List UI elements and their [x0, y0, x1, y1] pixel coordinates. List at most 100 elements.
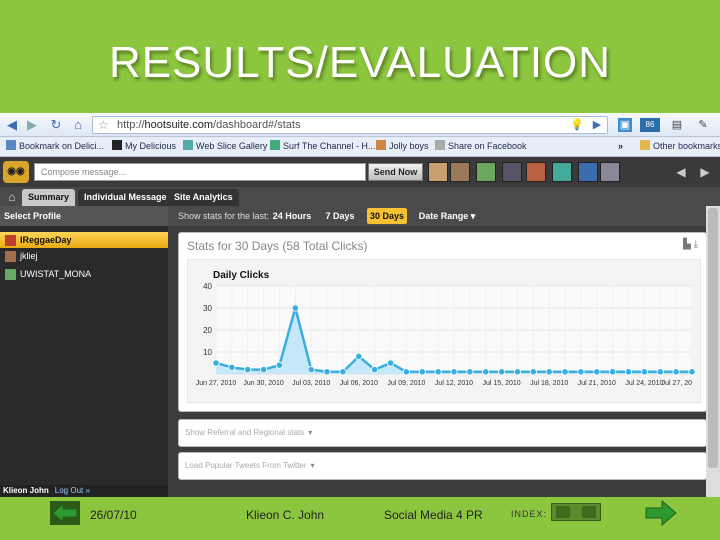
prev-arrow-icon[interactable]: ◀ [672, 163, 690, 181]
user-footer: Klieon John Log Out » [0, 485, 168, 497]
tab-individual-message[interactable]: Individual Message [78, 189, 173, 206]
popular-tweets-panel[interactable]: Load Popular Tweets From Twitter ▾ [178, 452, 707, 480]
profile-name: UWISTAT_MONA [20, 269, 92, 279]
compose-input[interactable]: Compose message... [34, 163, 366, 181]
avatar[interactable] [526, 162, 546, 182]
profile-avatar [5, 251, 16, 262]
browser-toolbar: ◀ ▶ ↻ ⌂ ☆ http://hootsuite.com/dashboard#… [0, 113, 720, 137]
scrollbar[interactable] [706, 206, 720, 497]
tab-site-analytics[interactable]: Site Analytics [168, 189, 239, 206]
index-label: INDEX: [511, 509, 548, 519]
badge-icon[interactable]: 86 [640, 118, 660, 132]
send-now-button[interactable]: Send Now [368, 163, 423, 181]
data-point [260, 366, 268, 374]
chart-container: Daily Clicks 10 20 30 40 Jun 27, 2010 Jun 30,… [187, 259, 701, 403]
index-box[interactable] [551, 503, 601, 521]
range-24-hours[interactable]: 24 Hours [272, 208, 312, 224]
footer-course: Social Media 4 PR [384, 508, 483, 522]
referral-link[interactable]: Show Referral and Regional stats [185, 428, 304, 437]
data-point [371, 366, 379, 374]
data-point [482, 368, 490, 376]
bookmark-item[interactable]: Surf The Channel - H... [270, 140, 375, 153]
avatar[interactable] [476, 162, 496, 182]
range-date-dropdown[interactable]: Date Range ▾ [416, 208, 478, 224]
owl-logo-icon[interactable]: ◉◉ [3, 161, 29, 183]
data-point [323, 368, 331, 376]
daily-clicks-chart: 10 20 30 40 Jun 27, 2010 Jun 30, 2010 Jul 03, … [196, 282, 696, 387]
bookmark-item[interactable]: Web Slice Gallery [183, 140, 267, 153]
bookmark-icon [183, 140, 193, 150]
avatar[interactable] [552, 162, 572, 182]
select-profile-heading: Select Profile [0, 206, 168, 226]
profile-name: jkliej [20, 251, 38, 261]
bookmark-item[interactable]: Jolly boys [376, 140, 429, 153]
data-point [497, 368, 506, 376]
forward-icon[interactable]: ▶ [24, 117, 40, 133]
footer-date: 26/07/10 [90, 508, 137, 522]
data-point [688, 368, 696, 376]
profile-item[interactable]: jkliej [0, 248, 168, 264]
range-30-days[interactable]: 30 Days [367, 208, 407, 224]
go-icon[interactable]: ▶ [590, 118, 604, 132]
profile-name: IReggaeDay [20, 235, 72, 245]
data-point [355, 352, 363, 361]
y-tick-label: 20 [203, 326, 212, 335]
bookmark-icon [6, 140, 16, 150]
x-tick-label: Jun 30, 2010 [243, 380, 284, 387]
logout-link[interactable]: Log Out » [55, 486, 90, 495]
range-7-days[interactable]: 7 Days [322, 208, 358, 224]
dropdown-arrow-icon: ▾ [310, 461, 315, 470]
page-icon[interactable]: ▤ [670, 118, 684, 132]
stats-card: Stats for 30 Days (58 Total Clicks) ▙ ⤓ … [178, 232, 707, 412]
wrench-icon[interactable]: ✎ [696, 118, 710, 132]
bookmark-item[interactable]: My Delicious [112, 140, 176, 153]
bookmark-label: Share on Facebook [448, 141, 527, 151]
profile-item[interactable]: IReggaeDay [0, 232, 168, 248]
avatar[interactable] [600, 162, 620, 182]
scroll-thumb[interactable] [708, 208, 718, 468]
bulb-icon[interactable]: 💡 [570, 118, 584, 132]
profile-item[interactable]: UWISTAT_MONA [0, 266, 168, 282]
y-tick-label: 30 [203, 304, 212, 313]
screenshot: ◀ ▶ ↻ ⌂ ☆ http://hootsuite.com/dashboard#… [0, 113, 720, 497]
data-point [450, 368, 458, 376]
avatar[interactable] [428, 162, 448, 182]
data-point [624, 368, 633, 376]
home-icon[interactable]: ⌂ [70, 117, 86, 133]
x-tick-label: Jul 06, 2010 [340, 380, 378, 387]
avatar[interactable] [578, 162, 598, 182]
other-bookmarks[interactable]: Other bookmarks [640, 140, 720, 153]
address-bar[interactable]: ☆ http://hootsuite.com/dashboard#/stats [92, 116, 608, 134]
tab-summary[interactable]: Summary [22, 189, 76, 206]
bookmark-icon [112, 140, 122, 150]
x-tick-label: Jul 15, 2010 [483, 380, 521, 387]
user-name: Klieon John [3, 486, 49, 495]
avatar[interactable] [502, 162, 522, 182]
bookmark-label: Jolly boys [389, 141, 429, 151]
forward-arrow-icon[interactable] [644, 499, 678, 527]
x-tick-label: Jul 03, 2010 [292, 380, 330, 387]
x-tick-label: Jul 24, 2010 [625, 380, 663, 387]
reload-icon[interactable]: ↻ [48, 117, 64, 133]
back-arrow-icon[interactable] [50, 501, 80, 525]
popular-tweets-link[interactable]: Load Popular Tweets From Twitter [185, 461, 307, 470]
bookmark-item[interactable]: Bookmark on Delici... [6, 140, 104, 153]
date-range-label: Date Range [418, 211, 469, 221]
url-host: hootsuite.com [144, 119, 214, 131]
referral-panel[interactable]: Show Referral and Regional stats ▾ [178, 419, 707, 447]
next-arrow-icon[interactable]: ▶ [696, 163, 714, 181]
extension-icon[interactable]: ▣ [618, 118, 632, 132]
avatar[interactable] [450, 162, 470, 182]
index-cell [556, 506, 570, 518]
url-prefix: http:// [117, 119, 145, 131]
data-point [418, 368, 426, 376]
print-icon[interactable]: ▙ [683, 239, 691, 250]
profile-sidebar: Select Profile IReggaeDay jkliej UWISTAT… [0, 206, 168, 497]
bookmarks-overflow[interactable]: » [618, 140, 623, 153]
show-stats-label: Show stats for the last: [178, 211, 270, 221]
star-icon[interactable]: ☆ [98, 117, 109, 133]
bookmark-item[interactable]: Share on Facebook [435, 140, 527, 153]
home-tab-icon[interactable]: ⌂ [4, 189, 20, 205]
download-icon[interactable]: ⤓ [694, 239, 698, 250]
back-icon[interactable]: ◀ [4, 117, 20, 133]
